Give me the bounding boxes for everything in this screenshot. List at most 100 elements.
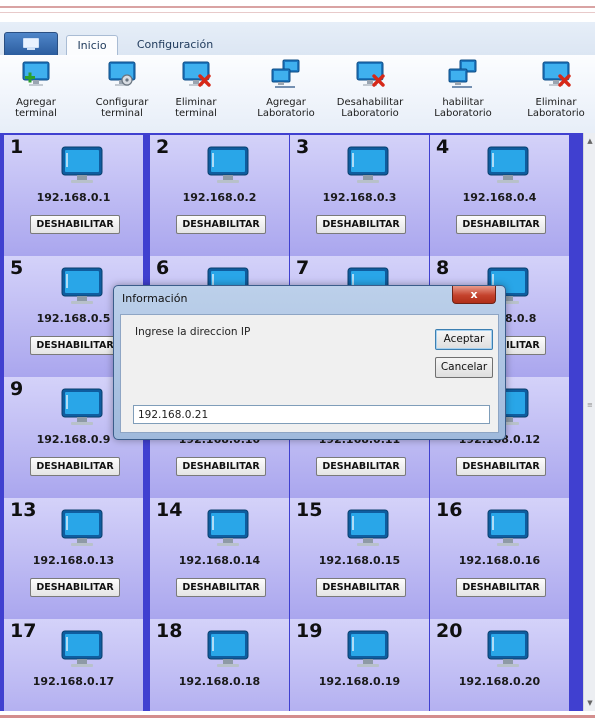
terminal-ip: 192.168.0.19	[318, 675, 401, 688]
terminal-number: 6	[156, 257, 170, 279]
ribbon-toolbar: Agregar terminal Configurar terminal Elimina…	[0, 55, 595, 134]
monitor-icon	[60, 385, 104, 429]
enable-lab-button[interactable]: habilitar Laboratorio	[420, 59, 506, 129]
disable-terminal-button[interactable]: DESHABILITAR	[176, 578, 266, 597]
ribbon-label-line2: Laboratorio	[527, 108, 585, 119]
ribbon-label-line2: Laboratorio	[341, 108, 399, 119]
terminal-number: 5	[10, 257, 24, 279]
monitor-icon	[206, 627, 250, 671]
ribbon-button-label: Eliminar terminal	[166, 97, 226, 119]
terminal-number: 8	[436, 257, 450, 279]
ip-address-input[interactable]	[133, 405, 490, 424]
terminal-number: 18	[156, 620, 183, 642]
terminal-number: 7	[296, 257, 310, 279]
tab-inicio[interactable]: Inicio	[66, 35, 118, 56]
terminal-ip: 192.168.0.15	[318, 554, 401, 567]
configure-terminal-button[interactable]: Configurar terminal	[82, 59, 162, 129]
terminal-number: 3	[296, 136, 310, 158]
disable-terminal-button[interactable]: DESHABILITAR	[456, 578, 546, 597]
disable-lab-button[interactable]: Desahabilitar Laboratorio	[328, 59, 412, 129]
terminal-card[interactable]: 13 192.168.0.13 DESHABILITAR	[4, 498, 143, 619]
window-border-line	[0, 715, 595, 718]
ribbon-button-label: Agregar terminal	[0, 97, 72, 119]
terminal-ip: 192.168.0.4	[462, 191, 537, 204]
ribbon-label-line2: terminal	[101, 108, 143, 119]
monitor-delete-icon	[181, 59, 211, 89]
disable-terminal-button[interactable]: DESHABILITAR	[176, 215, 266, 234]
dialog-close-button[interactable]: x	[452, 286, 496, 304]
terminal-card[interactable]: 18 192.168.0.18	[150, 619, 289, 711]
terminal-card[interactable]: 15 192.168.0.15 DESHABILITAR	[290, 498, 429, 619]
disable-terminal-button[interactable]: DESHABILITAR	[316, 215, 406, 234]
ribbon-label-line1: Eliminar	[535, 97, 577, 108]
network-enable-icon	[448, 59, 478, 89]
add-lab-button[interactable]: Agregar Laboratorio	[250, 59, 322, 129]
terminal-number: 1	[10, 136, 24, 158]
disable-terminal-button[interactable]: DESHABILITAR	[30, 336, 120, 355]
monitor-icon	[486, 627, 530, 671]
monitor-icon	[60, 506, 104, 550]
tab-configuracion[interactable]: Configuración	[127, 35, 223, 55]
disable-terminal-button[interactable]: DESHABILITAR	[30, 457, 120, 476]
monitor-icon	[206, 143, 250, 187]
disable-terminal-button[interactable]: DESHABILITAR	[30, 578, 120, 597]
terminal-card[interactable]: 2 192.168.0.2 DESHABILITAR	[150, 135, 289, 256]
monitor-icon	[346, 143, 390, 187]
ribbon-label-line1: Eliminar	[175, 97, 217, 108]
application-menu-button[interactable]	[4, 32, 58, 56]
terminal-ip: 192.168.0.13	[32, 554, 115, 567]
scroll-up-arrow-icon[interactable]: ▲	[586, 137, 594, 145]
disable-terminal-button[interactable]: DESHABILITAR	[456, 215, 546, 234]
cancel-button[interactable]: Cancelar	[435, 357, 493, 378]
monitor-icon	[346, 506, 390, 550]
terminal-card[interactable]: 14 192.168.0.14 DESHABILITAR	[150, 498, 289, 619]
ribbon-label-line1: Desahabilitar	[336, 97, 404, 108]
delete-lab-button[interactable]: Eliminar Laboratorio	[518, 59, 594, 129]
disable-terminal-button[interactable]: DESHABILITAR	[316, 457, 406, 476]
ribbon-button-label: habilitar Laboratorio	[420, 97, 506, 119]
monitor-icon	[60, 143, 104, 187]
dialog-title: Información	[122, 292, 188, 305]
input-dialog: Información x Ingrese la direccion IP Ac…	[113, 285, 506, 440]
terminal-card[interactable]: 16 192.168.0.16 DESHABILITAR	[430, 498, 569, 619]
disable-terminal-button[interactable]: DESHABILITAR	[176, 457, 266, 476]
disable-terminal-button[interactable]: DESHABILITAR	[30, 215, 120, 234]
accept-button[interactable]: Aceptar	[435, 329, 493, 350]
terminal-card[interactable]: 4 192.168.0.4 DESHABILITAR	[430, 135, 569, 256]
ribbon-button-label: Eliminar Laboratorio	[518, 97, 594, 119]
ribbon-label-line1: Configurar	[95, 97, 149, 108]
terminal-number: 20	[436, 620, 463, 642]
ribbon-label-line1: Agregar	[16, 97, 56, 108]
ribbon-button-label: Configurar terminal	[82, 97, 162, 119]
terminal-ip: 192.168.0.18	[178, 675, 261, 688]
ribbon-button-label: Agregar Laboratorio	[250, 97, 322, 119]
terminal-number: 16	[436, 499, 463, 521]
monitor-add-icon	[21, 59, 51, 89]
terminal-card[interactable]: 1 192.168.0.1 DESHABILITAR	[4, 135, 143, 256]
terminal-card[interactable]: 17 192.168.0.17	[4, 619, 143, 711]
monitor-disable-icon	[355, 59, 385, 89]
terminal-number: 15	[296, 499, 323, 521]
disable-terminal-button[interactable]: DESHABILITAR	[456, 457, 546, 476]
monitor-config-icon	[107, 59, 137, 89]
terminal-number: 2	[156, 136, 170, 158]
terminal-ip: 192.168.0.17	[32, 675, 115, 688]
terminal-number: 9	[10, 378, 24, 400]
network-add-icon	[271, 59, 301, 89]
monitor-icon	[60, 627, 104, 671]
terminal-ip: 192.168.0.14	[178, 554, 261, 567]
add-terminal-button[interactable]: Agregar terminal	[0, 59, 72, 129]
monitor-delete-icon	[541, 59, 571, 89]
terminal-card[interactable]: 3 192.168.0.3 DESHABILITAR	[290, 135, 429, 256]
delete-terminal-button[interactable]: Eliminar terminal	[166, 59, 226, 129]
terminal-ip: 192.168.0.16	[458, 554, 541, 567]
window-border-line	[0, 12, 595, 13]
ribbon-label-line2: Laboratorio	[257, 108, 315, 119]
disable-terminal-button[interactable]: DESHABILITAR	[316, 578, 406, 597]
terminal-card[interactable]: 20 192.168.0.20	[430, 619, 569, 711]
terminal-card[interactable]: 19 192.168.0.19	[290, 619, 429, 711]
monitor-icon	[206, 506, 250, 550]
scroll-down-arrow-icon[interactable]: ▼	[586, 699, 594, 707]
terminal-ip: 192.168.0.20	[458, 675, 541, 688]
vertical-scrollbar[interactable]: ▲ ≡ ▼	[583, 133, 595, 711]
